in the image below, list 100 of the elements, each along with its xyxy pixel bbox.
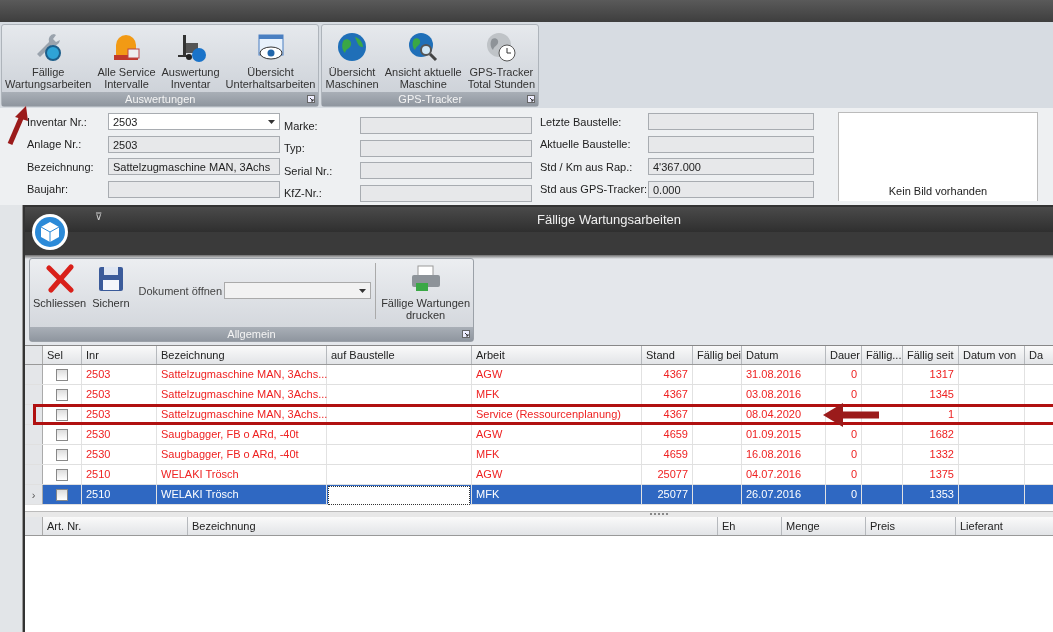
checkbox[interactable] [56, 408, 68, 421]
close-icon [44, 264, 75, 294]
duration-cell: 0 [826, 365, 862, 384]
due-since-cell: 1 [903, 405, 959, 424]
combo-box[interactable]: 2503 [108, 113, 280, 131]
table-row[interactable]: 2503 Sattelzugmaschine MAN, 3Achs... MFK 4367 03.08.2016 0 1345 [25, 385, 1053, 405]
table-row[interactable]: 2503 Sattelzugmaschine MAN, 3Achs... Service (Ressourcenplanung) 4367 08.04.2020 1 [25, 405, 1053, 425]
due-since-cell: 1682 [903, 425, 959, 444]
ribbon-button[interactable]: Übersicht Unterhaltsarbeiten [222, 25, 319, 90]
date-cell: 26.07.2016 [742, 485, 826, 504]
checkbox[interactable] [56, 428, 68, 441]
input-field[interactable] [360, 162, 532, 180]
ribbon-button[interactable]: Übersicht Maschinen [322, 25, 382, 90]
input-field[interactable] [360, 184, 532, 202]
input-field[interactable] [360, 117, 532, 135]
input-field[interactable] [648, 113, 814, 131]
field-label: Typ: [284, 142, 306, 155]
description-cell: WELAKI Trösch [157, 465, 327, 484]
row-header[interactable]: › [25, 485, 43, 504]
column-header[interactable]: Sel [43, 346, 82, 364]
reading-cell: 4367 [642, 385, 693, 404]
ribbon-button[interactable]: Alle Service Intervalle [94, 25, 159, 90]
dialog-launcher-icon[interactable] [527, 95, 535, 103]
duration-cell: 0 [826, 465, 862, 484]
header-corner[interactable] [25, 517, 43, 535]
input-field[interactable] [648, 135, 814, 153]
print-button[interactable]: Fällige Wartungen drucken [378, 259, 473, 321]
work-cell: MFK [472, 445, 642, 464]
input-field[interactable]: Sattelzugmaschine MAN, 3Achs [108, 158, 280, 176]
column-header[interactable]: Menge [782, 517, 866, 535]
field-label: Baujahr: [27, 183, 69, 196]
inventory-cell: 2503 [82, 385, 157, 404]
dialog-launcher-icon[interactable] [307, 95, 316, 103]
input-field[interactable]: 0.000 [648, 180, 814, 198]
globe-icon [336, 31, 369, 63]
checkbox[interactable] [56, 368, 68, 381]
close-button[interactable]: Schliessen [30, 259, 90, 309]
field-label: Serial Nr.: [284, 164, 334, 177]
save-button[interactable]: Sichern [89, 259, 133, 309]
column-header[interactable]: auf Baustelle [327, 346, 472, 364]
input-field[interactable] [360, 139, 532, 157]
description-cell: Sattelzugmaschine MAN, 3Achs... [157, 405, 327, 424]
checkbox[interactable] [56, 448, 68, 461]
field-label: Std aus GPS-Tracker: [540, 183, 648, 196]
placeholder-text: Kein Bild vorhanden [888, 185, 988, 197]
duration-cell: 0 [826, 445, 862, 464]
field-label: Std / Km aus Rap.: [540, 160, 634, 173]
date-cell: 04.07.2016 [742, 465, 826, 484]
column-header[interactable]: Bezeichnung [157, 346, 327, 364]
reading-cell: 25077 [642, 485, 693, 504]
ribbon-button[interactable]: Ansicht aktuelle Maschine [381, 25, 465, 90]
column-header[interactable]: Fällig... [862, 346, 903, 364]
reading-cell: 4659 [642, 425, 693, 444]
field-label: Aktuelle Baustelle: [540, 138, 632, 151]
column-header[interactable]: Art. Nr. [43, 517, 188, 535]
table-row[interactable]: 2530 Saugbagger, FB o ARd, -40t AGW 4659 01.09.2015 0 1682 [25, 425, 1053, 445]
column-header[interactable]: Fällig seit [903, 346, 959, 364]
table-row[interactable]: 2530 Saugbagger, FB o ARd, -40t MFK 4659 16.08.2016 0 1332 [25, 445, 1053, 465]
column-header[interactable]: Datum von [959, 346, 1025, 364]
due-since-cell: 1332 [903, 445, 959, 464]
checkbox[interactable] [56, 488, 68, 501]
column-header[interactable]: Inr [82, 346, 157, 364]
ribbon-button[interactable]: Fällige Wartungsarbeiten [2, 25, 95, 90]
date-cell: 01.09.2015 [742, 425, 826, 444]
cell-editor[interactable] [328, 486, 470, 505]
reading-cell: 4367 [642, 365, 693, 384]
column-header[interactable]: Stand [642, 346, 693, 364]
input-field[interactable]: 2503 [108, 135, 280, 153]
inventory-cell: 2530 [82, 425, 157, 444]
ribbon-button[interactable]: Auswertung Inventar [158, 25, 223, 90]
column-header[interactable]: Eh [718, 517, 782, 535]
reading-cell: 4659 [642, 445, 693, 464]
ribbon-button[interactable]: GPS-Tracker Total Stunden [464, 25, 538, 90]
work-cell: AGW [472, 425, 642, 444]
description-cell: Saugbagger, FB o ARd, -40t [157, 425, 327, 444]
combo-box[interactable] [224, 282, 372, 299]
dialog-launcher-icon[interactable] [462, 330, 470, 338]
column-header[interactable]: Preis [866, 517, 956, 535]
column-header[interactable]: Da [1025, 346, 1053, 364]
work-cell: MFK [472, 485, 642, 504]
checkbox[interactable] [56, 388, 68, 401]
table-row[interactable]: › 2510 WELAKI Trösch MFK 25077 26.07.2016 0 1353 [25, 485, 1053, 505]
inventory-cell: 2503 [82, 405, 157, 424]
checkbox[interactable] [56, 468, 68, 481]
quick-access-menu[interactable]: ⊽ [95, 211, 102, 222]
column-header[interactable]: Datum [742, 346, 826, 364]
field-label: Dokument öffnen [138, 285, 223, 297]
table-row[interactable]: 2503 Sattelzugmaschine MAN, 3Achs... AGW 4367 31.08.2016 0 1317 [25, 365, 1053, 385]
input-field[interactable] [108, 180, 280, 198]
column-header[interactable]: Fällig bei [693, 346, 742, 364]
column-header[interactable]: Dauer [826, 346, 862, 364]
work-cell: MFK [472, 385, 642, 404]
column-header[interactable]: Bezeichnung [188, 517, 718, 535]
date-cell: 31.08.2016 [742, 365, 826, 384]
column-header[interactable]: Arbeit [472, 346, 642, 364]
input-field[interactable]: 4'367.000 [648, 158, 814, 176]
dropdown-arrow-icon [359, 288, 367, 293]
description-cell: Saugbagger, FB o ARd, -40t [157, 445, 327, 464]
header-corner[interactable] [25, 346, 43, 364]
column-header[interactable]: Lieferant [956, 517, 1053, 535]
